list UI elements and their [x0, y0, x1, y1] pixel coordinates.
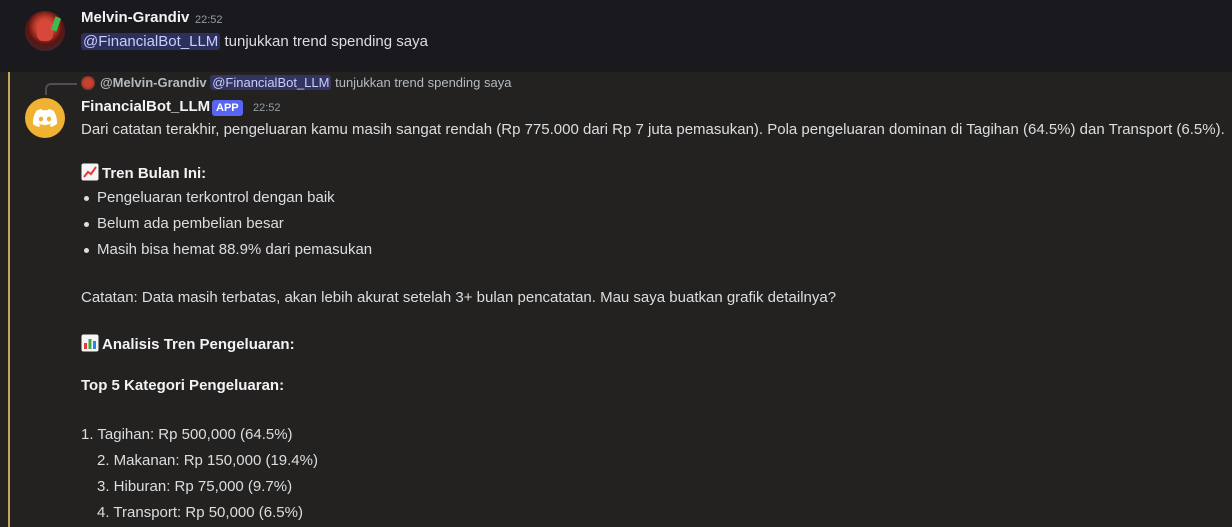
analysis-heading-row: Analisis Tren Pengeluaran: [81, 334, 295, 353]
message-timestamp: 22:52 [195, 14, 223, 26]
category-item: 3. Hiburan: Rp 75,000 (9.7%) [97, 478, 293, 495]
reply-text: tunjukkan trend spending saya [335, 75, 512, 90]
message-text: tunjukkan trend spending saya [220, 33, 428, 50]
trend-heading-row: Tren Bulan Ini: [81, 163, 206, 182]
bot-note: Catatan: Data masih terbatas, akan lebih… [81, 289, 837, 306]
mention-bot[interactable]: @FinancialBot_LLM [81, 33, 221, 50]
category-item: 1. Tagihan: Rp 500,000 (64.5%) [81, 426, 293, 443]
bot-timestamp: 22:52 [253, 102, 281, 114]
highlight-bar [8, 72, 10, 527]
reply-avatar[interactable] [81, 76, 95, 90]
app-badge: APP [212, 100, 243, 116]
category-item: 2. Makanan: Rp 150,000 (19.4%) [97, 452, 318, 469]
reply-spine [45, 83, 77, 95]
bullet-dot [84, 248, 89, 253]
bullet-item: Pengeluaran terkontrol dengan baik [97, 189, 335, 206]
bullet-item: Belum ada pembelian besar [97, 215, 284, 232]
bullet-dot [84, 196, 89, 201]
bar-chart-icon [81, 334, 99, 352]
reply-mention: @FinancialBot_LLM [210, 75, 332, 90]
bullet-dot [84, 222, 89, 227]
chart-increasing-icon [81, 163, 99, 181]
bot-username[interactable]: FinancialBot_LLM [81, 98, 210, 115]
discord-logo-icon [33, 109, 57, 127]
reply-username: @Melvin-Grandiv [100, 75, 207, 90]
user-avatar[interactable] [25, 11, 65, 51]
top5-heading: Top 5 Kategori Pengeluaran: [81, 377, 285, 394]
message-username[interactable]: Melvin-Grandiv [81, 9, 189, 26]
trend-heading: Tren Bulan Ini: [102, 165, 207, 182]
bot-intro: Dari catatan terakhir, pengeluaran kamu … [81, 121, 1225, 138]
category-item: 4. Transport: Rp 50,000 (6.5%) [97, 504, 303, 521]
message-content: @FinancialBot_LLM tunjukkan trend spendi… [81, 33, 428, 50]
analysis-heading: Analisis Tren Pengeluaran: [102, 336, 295, 353]
bullet-item: Masih bisa hemat 88.9% dari pemasukan [97, 241, 373, 258]
reply-preview[interactable]: @Melvin-Grandiv @FinancialBot_LLM tunjuk… [100, 75, 511, 90]
bot-avatar[interactable] [25, 98, 65, 138]
